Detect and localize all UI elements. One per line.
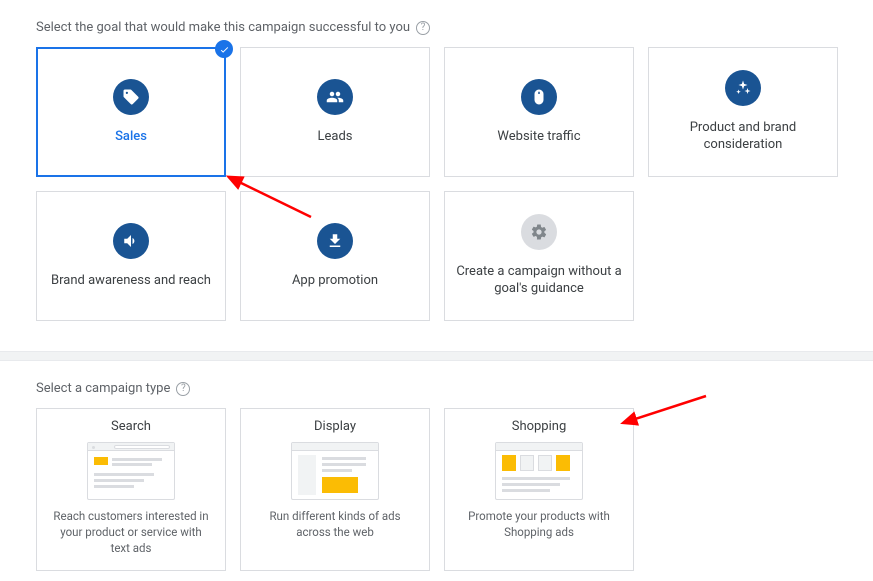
- goal-card-no-goal[interactable]: Create a campaign without a goal's guida…: [444, 191, 634, 321]
- goal-label: Brand awareness and reach: [51, 273, 211, 290]
- mouse-icon: [521, 79, 557, 115]
- type-header-text: Select a campaign type: [36, 381, 170, 396]
- type-grid: Search Reach customers interested in you…: [36, 408, 837, 571]
- goal-header: Select the goal that would make this cam…: [36, 20, 837, 35]
- type-section: Select a campaign type ? Search Reach cu…: [0, 361, 873, 581]
- type-desc: Run different kinds of ads across the we…: [255, 508, 415, 540]
- shopping-preview-icon: [495, 442, 583, 500]
- goal-header-text: Select the goal that would make this cam…: [36, 20, 410, 35]
- type-card-search[interactable]: Search Reach customers interested in you…: [36, 408, 226, 571]
- goal-card-leads[interactable]: Leads: [240, 47, 430, 177]
- section-divider: [0, 351, 873, 361]
- goal-card-website-traffic[interactable]: Website traffic: [444, 47, 634, 177]
- goal-label: App promotion: [292, 273, 378, 290]
- type-title: Search: [111, 419, 151, 434]
- tag-icon: [113, 79, 149, 115]
- download-icon: [317, 223, 353, 259]
- goal-grid: Sales Leads Website traffic Product and …: [36, 47, 837, 321]
- type-title: Shopping: [512, 419, 567, 434]
- goal-section: Select the goal that would make this cam…: [0, 0, 873, 331]
- help-icon[interactable]: ?: [176, 382, 190, 396]
- goal-label: Product and brand consideration: [659, 120, 827, 154]
- people-icon: [317, 79, 353, 115]
- type-desc: Reach customers interested in your produ…: [51, 508, 211, 556]
- display-preview-icon: [291, 442, 379, 500]
- goal-label: Sales: [115, 129, 147, 146]
- goal-label: Create a campaign without a goal's guida…: [455, 264, 623, 298]
- type-title: Display: [314, 419, 356, 434]
- megaphone-icon: [113, 223, 149, 259]
- sparkle-icon: [725, 70, 761, 106]
- goal-card-sales[interactable]: Sales: [36, 47, 226, 177]
- type-card-shopping[interactable]: Shopping Promote your products with Shop…: [444, 408, 634, 571]
- goal-label: Website traffic: [497, 129, 580, 146]
- type-desc: Promote your products with Shopping ads: [459, 508, 619, 540]
- goal-label: Leads: [317, 129, 352, 146]
- check-icon: [215, 40, 233, 58]
- gear-icon: [521, 214, 557, 250]
- search-preview-icon: [87, 442, 175, 500]
- help-icon[interactable]: ?: [416, 21, 430, 35]
- goal-card-product-brand[interactable]: Product and brand consideration: [648, 47, 838, 177]
- annotation-arrow: [624, 390, 714, 434]
- goal-card-app-promotion[interactable]: App promotion: [240, 191, 430, 321]
- type-card-display[interactable]: Display Run different kinds of ads acros…: [240, 408, 430, 571]
- type-header: Select a campaign type ?: [36, 381, 837, 396]
- goal-card-brand-awareness[interactable]: Brand awareness and reach: [36, 191, 226, 321]
